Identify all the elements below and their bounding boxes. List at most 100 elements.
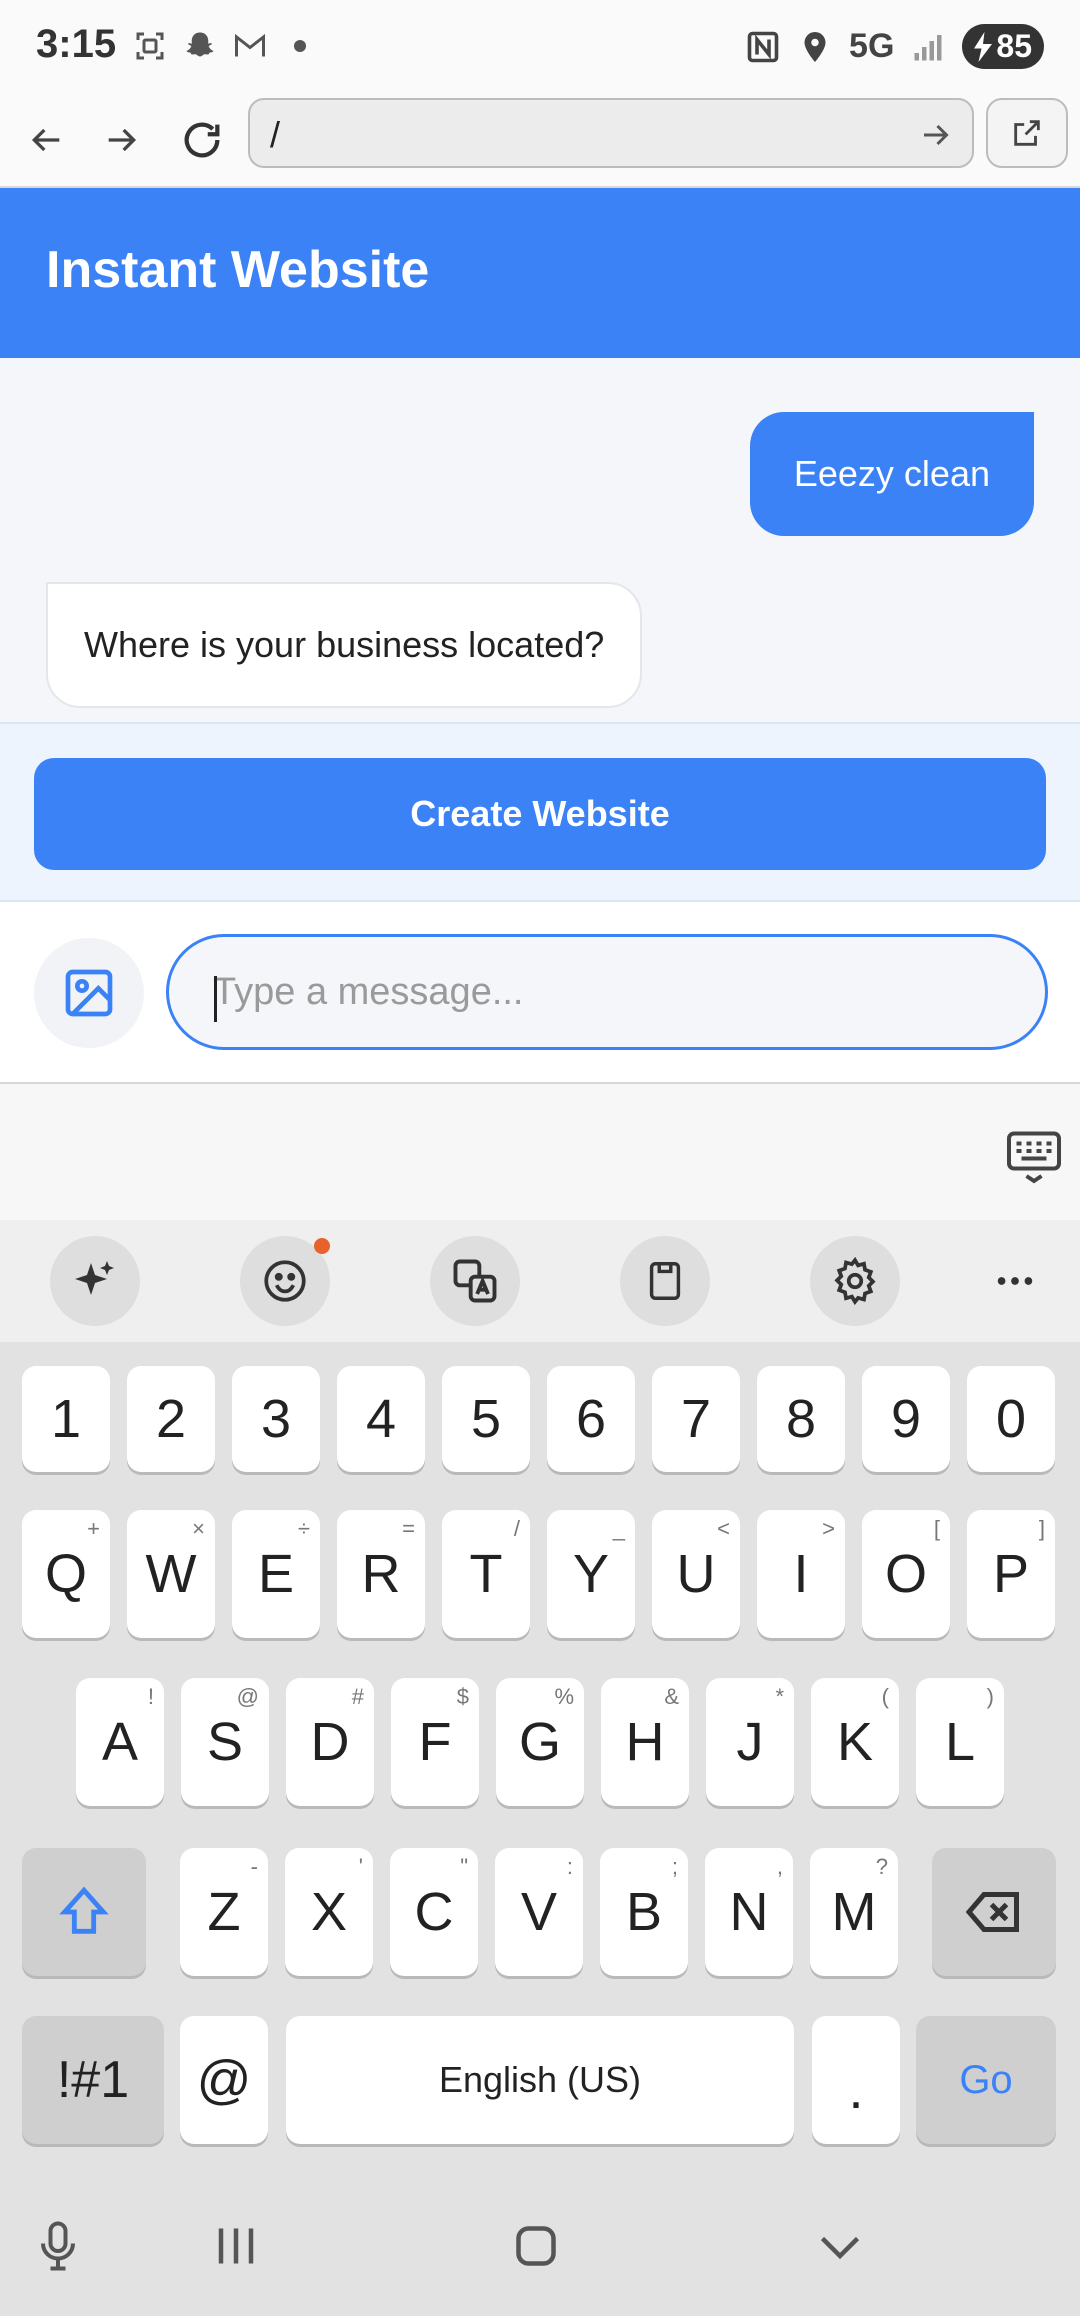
key-secondary-char: " (460, 1854, 468, 1879)
symbols-key[interactable]: !#1 (22, 2016, 164, 2144)
key-p[interactable]: ] P (967, 1510, 1055, 1638)
key-label: H (625, 1712, 665, 1772)
url-bar[interactable]: / (248, 98, 974, 168)
recent-apps-icon[interactable] (206, 2216, 266, 2276)
key-label: 4 (365, 1389, 397, 1449)
ai-tools-button[interactable] (50, 1236, 140, 1326)
key-k[interactable]: (K (811, 1678, 899, 1806)
key-5[interactable]: 5 (442, 1366, 530, 1472)
key-label: X (310, 1882, 348, 1942)
key-t[interactable]: / T (442, 1510, 530, 1638)
forward-button[interactable] (92, 110, 152, 170)
key-0[interactable]: 0 (967, 1366, 1055, 1472)
key-label: 1 (50, 1389, 82, 1449)
key-x[interactable]: ' X (285, 1848, 373, 1976)
key-l[interactable]: ) L (916, 1678, 1004, 1806)
key-c[interactable]: " C (390, 1848, 478, 1976)
space-key[interactable]: English (US) (286, 2016, 794, 2144)
key-r[interactable]: = R (337, 1510, 425, 1638)
message-input[interactable] (166, 934, 1048, 1050)
key-label: E (257, 1544, 295, 1604)
key-z[interactable]: -Z (180, 1848, 268, 1976)
system-navbar (0, 2172, 1080, 2316)
back-button[interactable] (16, 110, 76, 170)
key-a[interactable]: ! A (76, 1678, 164, 1806)
key-secondary-char: × (192, 1516, 205, 1541)
key-m[interactable]: ? M (810, 1848, 898, 1976)
home-icon[interactable] (506, 2216, 566, 2276)
key-f[interactable]: $ F (391, 1678, 479, 1806)
key-secondary-char: ÷ (297, 1516, 310, 1541)
key-label: 3 (260, 1389, 292, 1449)
go-key[interactable]: Go (916, 2016, 1056, 2144)
key-h[interactable]: & H (601, 1678, 689, 1806)
period-key[interactable]: . (812, 2016, 900, 2144)
key-6[interactable]: 6 (547, 1366, 635, 1472)
url-text: / (270, 114, 281, 155)
key-n[interactable]: ,N (705, 1848, 793, 1976)
backspace-key[interactable] (932, 1848, 1056, 1976)
key-1[interactable]: 1 (22, 1366, 110, 1472)
key-b[interactable]: ; B (600, 1848, 688, 1976)
backspace-icon (965, 1892, 1019, 1932)
keyboard-settings-button[interactable] (810, 1236, 900, 1326)
key-secondary-char: ! (147, 1684, 154, 1709)
shift-icon (59, 1886, 109, 1934)
key-label: 6 (575, 1389, 607, 1449)
key-8[interactable]: 8 (757, 1366, 845, 1472)
text-cursor (214, 976, 217, 1022)
create-website-button[interactable]: Create Website (34, 758, 1046, 870)
status-bar: 3:15 5G 85 (0, 0, 1080, 92)
key-e[interactable]: ÷ E (232, 1510, 320, 1638)
translate-icon (453, 1259, 497, 1303)
key-s[interactable]: @ S (181, 1678, 269, 1806)
key-4[interactable]: 4 (337, 1366, 425, 1472)
message-composer (0, 902, 1080, 1084)
key-d[interactable]: # D (286, 1678, 374, 1806)
key-label: Q (44, 1544, 87, 1604)
attach-image-button[interactable] (34, 938, 144, 1048)
more-options-button[interactable] (970, 1236, 1060, 1326)
key-label: U (676, 1544, 716, 1604)
key-secondary-char: % (554, 1684, 574, 1709)
key-9[interactable]: 9 (862, 1366, 950, 1472)
key-secondary-char: > (822, 1516, 835, 1541)
create-website-bar: Create Website (0, 722, 1080, 902)
emoji-button[interactable] (240, 1236, 330, 1326)
key-7[interactable]: 7 (652, 1366, 740, 1472)
key-secondary-char: ) (986, 1684, 994, 1709)
browser-toolbar: / (0, 92, 1080, 188)
microphone-icon[interactable] (28, 2216, 88, 2276)
shift-key[interactable] (22, 1848, 146, 1976)
key-label: 9 (890, 1389, 922, 1449)
translate-button[interactable] (430, 1236, 520, 1326)
clipboard-button[interactable] (620, 1236, 710, 1326)
key-2[interactable]: 2 (127, 1366, 215, 1472)
key-o[interactable]: [O (862, 1510, 950, 1638)
key-w[interactable]: × W (127, 1510, 215, 1638)
key-label: I (793, 1544, 809, 1604)
key-label: M (831, 1882, 877, 1942)
key-q[interactable]: + Q (22, 1510, 110, 1638)
key-y[interactable]: _ Y (547, 1510, 635, 1638)
key-label: C (414, 1882, 454, 1942)
key-label: G (518, 1712, 561, 1772)
keyboard-toggle-icon[interactable] (1004, 1126, 1064, 1186)
chat-area[interactable]: Eeezy clean Where is your business locat… (0, 358, 1080, 722)
reload-button[interactable] (172, 110, 232, 170)
url-go-arrow-icon[interactable] (918, 117, 954, 153)
hide-keyboard-icon[interactable] (810, 2216, 870, 2276)
key-j[interactable]: * J (706, 1678, 794, 1806)
key-g[interactable]: % G (496, 1678, 584, 1806)
key-label: 0 (995, 1389, 1027, 1449)
key-i[interactable]: > I (757, 1510, 845, 1638)
open-external-button[interactable] (986, 98, 1068, 168)
at-key[interactable]: @ (180, 2016, 268, 2144)
network-type: 5G (849, 27, 895, 65)
key-3[interactable]: 3 (232, 1366, 320, 1472)
app-title: Instant Website (46, 241, 430, 299)
screenshot-icon (136, 32, 164, 60)
key-v[interactable]: :V (495, 1848, 583, 1976)
key-secondary-char: / (513, 1516, 520, 1541)
key-u[interactable]: < U (652, 1510, 740, 1638)
